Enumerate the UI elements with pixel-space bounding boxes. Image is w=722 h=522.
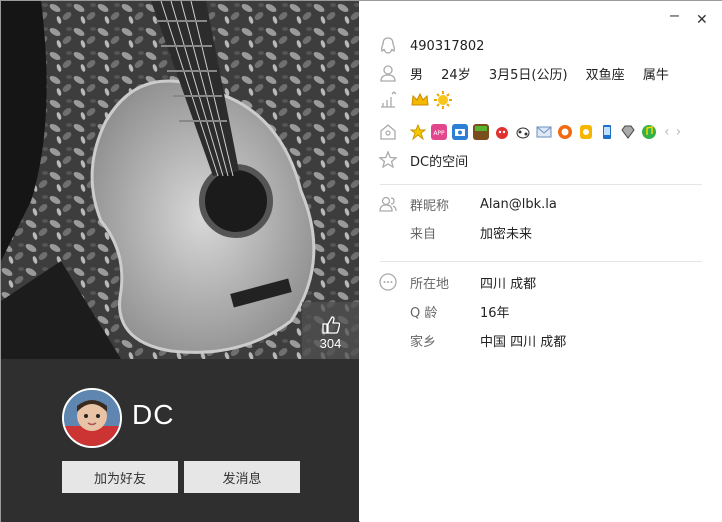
divider [380, 184, 702, 185]
child-avatar-image [64, 390, 120, 446]
send-message-button[interactable]: 发消息 [184, 461, 300, 493]
sun-level-icon[interactable] [433, 90, 453, 110]
blue-phone-badge-icon[interactable] [599, 124, 615, 140]
yellow-phone-badge-icon[interactable] [578, 124, 594, 140]
like-button[interactable]: 304 [302, 302, 359, 359]
group-nickname-value: Alan@lbk.la [480, 196, 557, 212]
level-chart-icon [381, 91, 397, 108]
hometown-label: 家乡 [410, 334, 437, 350]
nickname: DC [132, 399, 175, 430]
mail-badge-icon[interactable] [536, 124, 552, 140]
like-count: 304 [319, 336, 342, 351]
green-box-badge-icon[interactable] [473, 124, 489, 140]
basic-info-row: 男 24岁 3月5日(公历) 双鱼座 属牛 [378, 62, 683, 84]
chevron-left-icon[interactable]: ‹ [664, 124, 670, 140]
gender: 男 [410, 67, 424, 83]
svg-text:APP: APP [433, 130, 445, 137]
add-friend-button[interactable]: 加为好友 [62, 461, 178, 493]
hometown-value: 中国 四川 成都 [480, 334, 567, 350]
group-people-icon [379, 196, 397, 212]
divider [380, 261, 702, 262]
qq-number: 490317802 [410, 38, 485, 54]
group-nickname-row: 群昵称 Alan@lbk.la [378, 193, 557, 215]
cover-photo[interactable]: 304 [1, 1, 359, 359]
orange-circle-badge-icon[interactable] [557, 124, 573, 140]
music-green-badge-icon[interactable] [641, 124, 657, 140]
person-icon [380, 65, 396, 82]
service-badges-row: APP ‹ › [378, 121, 681, 143]
location-row: 所在地 四川 成都 [378, 271, 536, 293]
app-badge-icon[interactable]: APP [431, 124, 447, 140]
age: 24岁 [441, 67, 471, 83]
avatar[interactable] [62, 388, 122, 448]
minimize-button[interactable]: – [670, 7, 679, 25]
constellation: 双鱼座 [585, 67, 625, 83]
hometown-row: 家乡 中国 四川 成都 [378, 329, 566, 351]
yellow-star-badge-icon[interactable] [410, 124, 426, 140]
group-nickname-label: 群昵称 [410, 198, 450, 214]
star-outline-icon [378, 150, 398, 169]
vip-house-icon [380, 124, 396, 140]
red-fruit-badge-icon[interactable] [494, 124, 510, 140]
qzone-row[interactable]: DC的空间 [378, 149, 468, 171]
close-button[interactable]: ✕ [696, 11, 708, 28]
badge-list: APP ‹ › [410, 124, 681, 140]
profile-card-left: 304 DC 加为好友 发消息 [1, 1, 359, 522]
cow-badge-icon[interactable] [515, 124, 531, 140]
chinese-zodiac: 属牛 [642, 67, 669, 83]
level-row [378, 89, 453, 111]
group-from-row: 来自 加密未来 [378, 221, 532, 243]
diamond-badge-icon[interactable] [620, 124, 636, 140]
birthday: 3月5日(公历) [488, 67, 568, 83]
qzone-link[interactable]: DC的空间 [410, 151, 468, 170]
qq-age-value: 16年 [480, 305, 510, 321]
chevron-right-icon[interactable]: › [676, 124, 682, 140]
group-from-value: 加密未来 [480, 226, 533, 242]
qq-age-row: Q 龄 16年 [378, 300, 510, 322]
crown-level-icon[interactable] [410, 90, 430, 110]
qq-age-label: Q 龄 [410, 305, 438, 321]
location-value: 四川 成都 [480, 276, 537, 292]
thumb-up-icon [321, 316, 340, 334]
location-label: 所在地 [410, 276, 450, 292]
camera-badge-icon[interactable] [452, 124, 468, 140]
more-dots-icon[interactable] [378, 272, 398, 292]
qq-penguin-icon [381, 37, 395, 54]
group-from-label: 来自 [410, 226, 437, 242]
profile-details-right: – ✕ 490317802 男 24岁 3月5日(公历) 双鱼座 属牛 APP … [360, 1, 722, 522]
qq-number-row: 490317802 [378, 35, 484, 57]
